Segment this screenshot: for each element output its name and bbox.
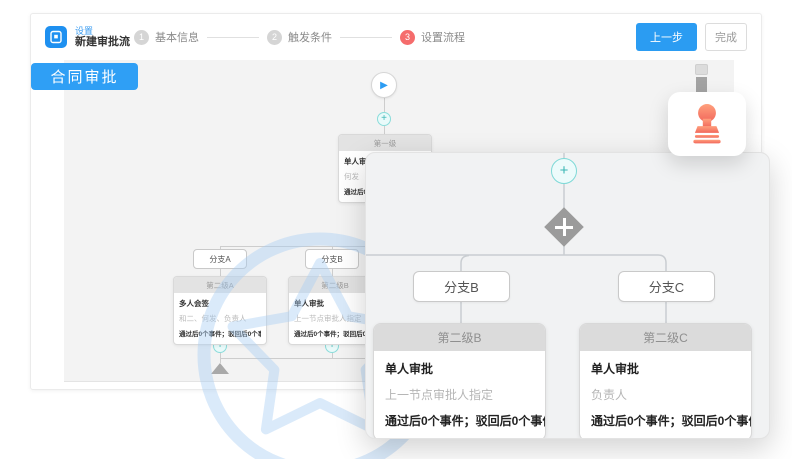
approval-type: 多人会签 bbox=[179, 296, 261, 311]
branch-label: 分支C bbox=[649, 277, 684, 296]
step-label: 触发条件 bbox=[288, 29, 332, 45]
card-body: 单人审批 负责人 通过后0个事件；驳回后0个事件 bbox=[580, 351, 751, 439]
previous-step-button[interactable]: 上一步 bbox=[636, 23, 697, 51]
branch-label: 分支B bbox=[321, 254, 342, 265]
plus-icon: + bbox=[381, 113, 387, 124]
stamp-icon bbox=[688, 103, 726, 145]
step-connector bbox=[340, 37, 392, 38]
card-title: 第二级C bbox=[580, 324, 751, 351]
stamp-card bbox=[668, 92, 746, 156]
approver: 上一节点审批人指定 bbox=[385, 386, 534, 403]
events-summary: 通过后0个事件；驳回后0个事件 bbox=[385, 412, 534, 429]
app-icon bbox=[45, 26, 67, 48]
header-buttons: 上一步 完成 bbox=[636, 23, 747, 51]
branch-node-c-large[interactable]: 分支C bbox=[618, 271, 715, 302]
end-node-triangle bbox=[211, 363, 229, 374]
approval-type: 单人审批 bbox=[591, 360, 740, 377]
approval-type: 单人审批 bbox=[294, 296, 376, 311]
app-titles: 设置 新建审批流 bbox=[75, 26, 130, 49]
add-node-button-large[interactable]: + bbox=[551, 158, 577, 184]
approver: 负责人 bbox=[591, 386, 740, 403]
scrollbar-button[interactable] bbox=[695, 64, 708, 75]
card-title: 第二级A bbox=[174, 277, 266, 293]
wizard-steps: 1 基本信息 2 触发条件 3 设置流程 bbox=[134, 14, 465, 60]
step-label: 基本信息 bbox=[155, 29, 199, 45]
branch-node-a[interactable]: 分支A bbox=[193, 249, 247, 269]
step-connector bbox=[207, 37, 259, 38]
plus-icon bbox=[547, 210, 581, 244]
card-title: 第一级 bbox=[339, 135, 431, 151]
play-icon: ▶ bbox=[380, 80, 388, 91]
card-body: 单人审批 上一节点审批人指定 通过后0个事件；驳回后0个事件 bbox=[374, 351, 545, 439]
gateway-node[interactable] bbox=[547, 210, 581, 244]
approval-type: 单人审批 bbox=[385, 360, 534, 377]
connector-line bbox=[384, 98, 385, 112]
events-summary: 通过后0个事件；驳回后0个事件 bbox=[591, 412, 740, 429]
flow-name-tag[interactable]: 合同审批 bbox=[31, 63, 138, 90]
connector-line bbox=[384, 126, 385, 134]
step-trigger-condition[interactable]: 2 触发条件 bbox=[267, 29, 332, 45]
page-title: 新建审批流 bbox=[75, 36, 130, 49]
approval-card-level2c-large[interactable]: 第二级C 单人审批 负责人 通过后0个事件；驳回后0个事件 bbox=[579, 323, 752, 439]
approval-card-level2b-large[interactable]: 第二级B 单人审批 上一节点审批人指定 通过后0个事件；驳回后0个事件 bbox=[373, 323, 546, 439]
step-number: 3 bbox=[400, 30, 415, 45]
step-number: 1 bbox=[134, 30, 149, 45]
zoom-overlay-panel: + 分支B 分支C 第二级B 单人审批 上一节点审批人指定 通过后0个事件；驳回… bbox=[365, 152, 770, 439]
card-title: 第二级B bbox=[374, 324, 545, 351]
start-node[interactable]: ▶ bbox=[371, 72, 397, 98]
branch-node-b[interactable]: 分支B bbox=[305, 249, 359, 269]
step-label: 设置流程 bbox=[421, 29, 465, 45]
events-summary: 通过后0个事件；驳回后0个事件 bbox=[294, 326, 376, 340]
plus-icon: + bbox=[560, 162, 569, 179]
approver: 和二、何发、负责人 bbox=[179, 311, 261, 326]
step-number: 2 bbox=[267, 30, 282, 45]
approval-card-level2a[interactable]: 第二级A 多人会签 和二、何发、负责人 通过后0个事件；驳回后0个事件 bbox=[173, 276, 267, 345]
connector-line bbox=[332, 269, 333, 276]
branch-node-b-large[interactable]: 分支B bbox=[413, 271, 510, 302]
step-basic-info[interactable]: 1 基本信息 bbox=[134, 29, 199, 45]
branch-label: 分支B bbox=[444, 277, 479, 296]
window-header: 设置 新建审批流 1 基本信息 2 触发条件 3 设置流程 bbox=[31, 14, 761, 60]
breadcrumb-category: 设置 bbox=[75, 26, 130, 36]
step-set-process[interactable]: 3 设置流程 bbox=[400, 29, 465, 45]
branch-label: 分支A bbox=[209, 254, 230, 265]
events-summary: 通过后0个事件；驳回后0个事件 bbox=[179, 326, 261, 340]
card-body: 多人会签 和二、何发、负责人 通过后0个事件；驳回后0个事件 bbox=[174, 293, 266, 344]
page: 设置 新建审批流 1 基本信息 2 触发条件 3 设置流程 bbox=[0, 0, 792, 459]
approver: 上一节点审批人指定 bbox=[294, 311, 376, 326]
connector-line bbox=[220, 269, 221, 276]
clipboard-icon bbox=[49, 30, 63, 44]
add-node-button[interactable]: + bbox=[377, 112, 391, 126]
finish-button[interactable]: 完成 bbox=[705, 23, 747, 51]
